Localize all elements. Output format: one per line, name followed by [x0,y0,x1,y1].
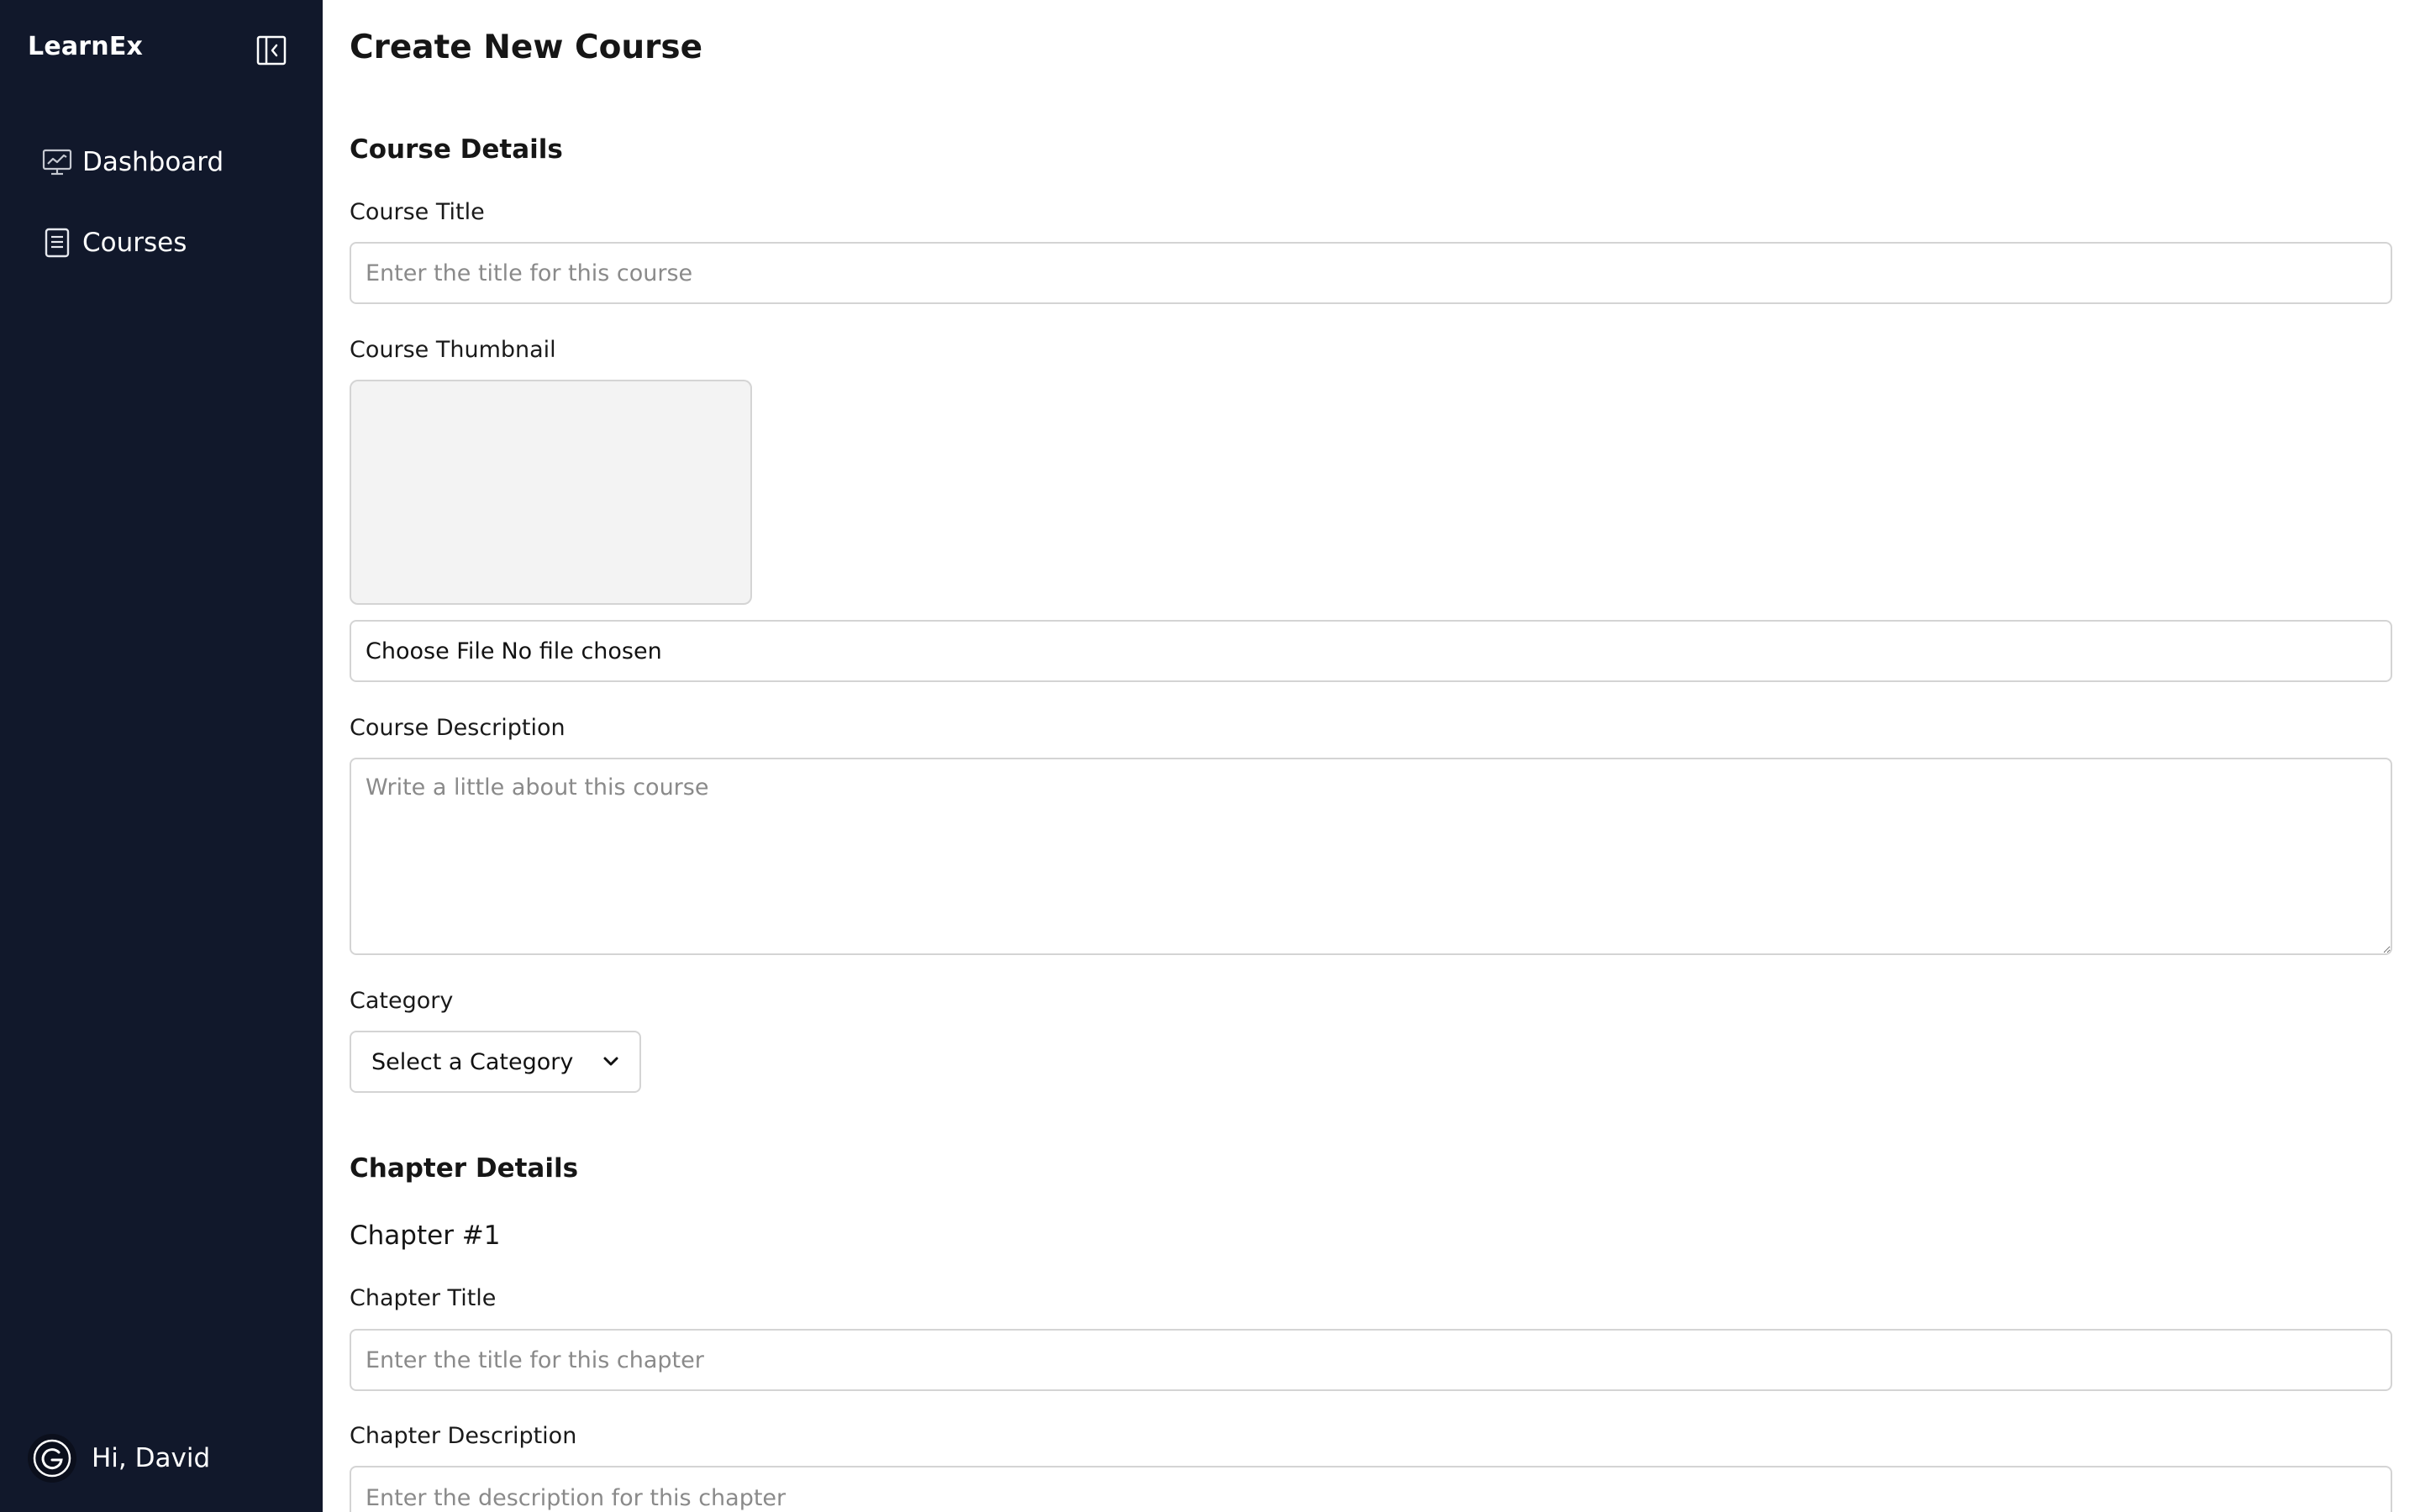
course-thumbnail-label: Course Thumbnail [350,337,556,363]
main-content: Create New Course Course Details Course … [323,0,2420,1512]
category-selected-value: Select a Category [371,1048,574,1075]
document-icon [42,228,72,258]
sidebar-item-dashboard[interactable]: Dashboard [42,141,224,183]
chevron-down-icon [603,1057,618,1066]
avatar [28,1434,76,1483]
chapter-details-heading: Chapter Details [350,1153,579,1184]
chapter-number-heading: Chapter #1 [350,1221,501,1251]
page-title: Create New Course [350,29,703,66]
thumbnail-preview [350,380,752,605]
sidebar-item-courses[interactable]: Courses [42,222,187,264]
chapter-description-label: Chapter Description [350,1423,577,1449]
chapter-title-input[interactable] [350,1329,2392,1391]
chapter-title-label: Chapter Title [350,1285,497,1311]
user-greeting: Hi, David [92,1443,211,1473]
category-label: Category [350,988,454,1014]
course-title-input[interactable] [350,242,2392,304]
course-title-label: Course Title [350,199,485,225]
user-profile[interactable]: Hi, David [28,1434,210,1483]
category-select[interactable]: Select a Category [350,1031,641,1093]
sidebar-item-label: Courses [82,228,187,258]
sidebar-collapse-icon[interactable] [256,35,287,66]
choose-file-button[interactable]: Choose File [366,638,494,664]
thumbnail-file-input[interactable]: Choose File No file chosen [350,620,2392,682]
course-description-input[interactable] [350,758,2392,955]
dashboard-chart-icon [42,147,72,177]
file-status-text: No file chosen [501,638,662,664]
course-description-label: Course Description [350,715,566,741]
sidebar-item-label: Dashboard [82,147,224,177]
chapter-description-input[interactable] [350,1466,2392,1512]
course-details-heading: Course Details [350,134,563,165]
google-g-icon [33,1439,71,1478]
app-window: LearnEx Dashboard Courses Hi, David Crea… [0,0,2420,1512]
brand-logo[interactable]: LearnEx [28,32,143,61]
sidebar: LearnEx Dashboard Courses Hi, David [0,0,323,1512]
